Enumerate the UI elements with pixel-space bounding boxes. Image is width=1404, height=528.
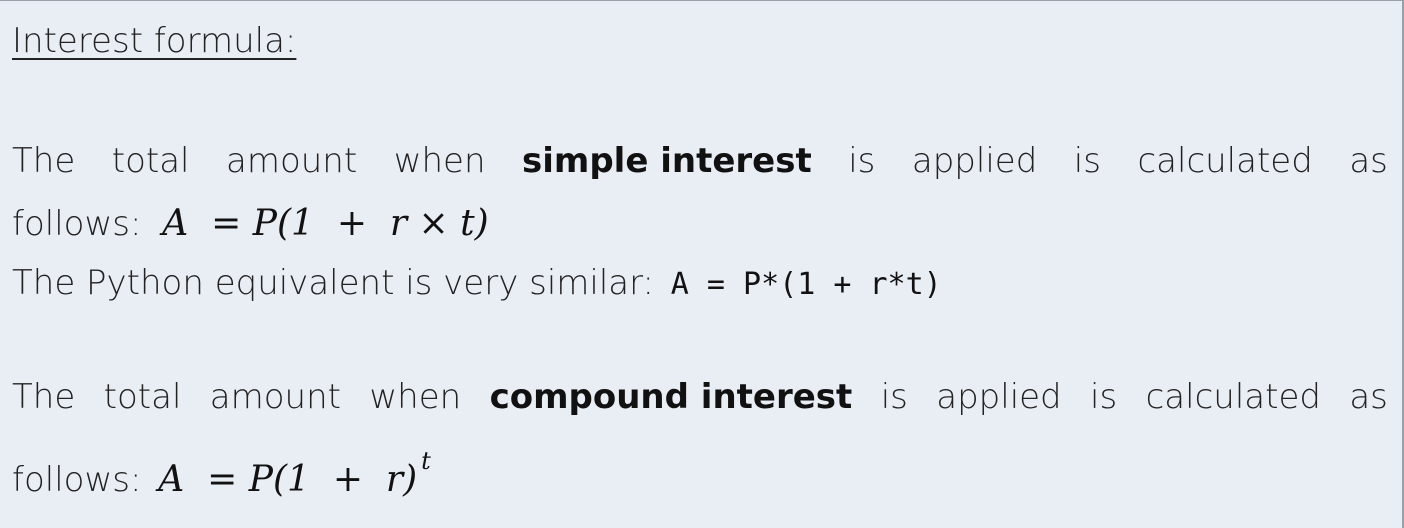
word: is (880, 377, 908, 417)
word: total (111, 141, 190, 181)
exponent: t (421, 447, 431, 475)
follows-label: follows: (12, 460, 142, 500)
simple-interest-term: simple interest (522, 141, 812, 181)
word: as (1349, 377, 1388, 417)
word: is (1090, 377, 1118, 417)
word: amount (209, 377, 341, 417)
word: applied (936, 377, 1062, 417)
word: when (393, 141, 486, 181)
word: amount (226, 141, 358, 181)
python-line: The Python equivalent is very similar: A… (12, 263, 942, 303)
word: is (848, 141, 876, 181)
simple-formula-line: follows: A = P(1 + r × t) (12, 203, 489, 244)
word: as (1349, 141, 1388, 181)
compound-formula-body: A = P(1 + r) (158, 459, 418, 500)
page-title: Interest formula: (12, 21, 297, 61)
compound-interest-term: compound interest (489, 377, 853, 417)
word: is (1073, 141, 1101, 181)
word: when (369, 377, 462, 417)
python-code: A = P*(1 + r*t) (670, 267, 942, 302)
word: calculated (1137, 141, 1313, 181)
follows-label: follows: (12, 204, 142, 244)
slide-frame: Interest formula: The total amount when … (0, 0, 1404, 528)
word: total (103, 377, 182, 417)
word: The (12, 377, 76, 417)
simple-interest-formula: A = P(1 + r × t) (162, 203, 489, 244)
python-prefix: The Python equivalent is very similar: (12, 263, 654, 303)
word: applied (911, 141, 1038, 181)
compound-formula-line: follows: A = P(1 + r) t (12, 447, 431, 500)
simple-interest-line: The total amount when simple interest is… (12, 141, 1388, 181)
compound-interest-formula: A = P(1 + r) t (158, 447, 431, 500)
compound-interest-line: The total amount when compound interest … (12, 377, 1388, 417)
word: calculated (1145, 377, 1321, 417)
word: The (12, 141, 76, 181)
